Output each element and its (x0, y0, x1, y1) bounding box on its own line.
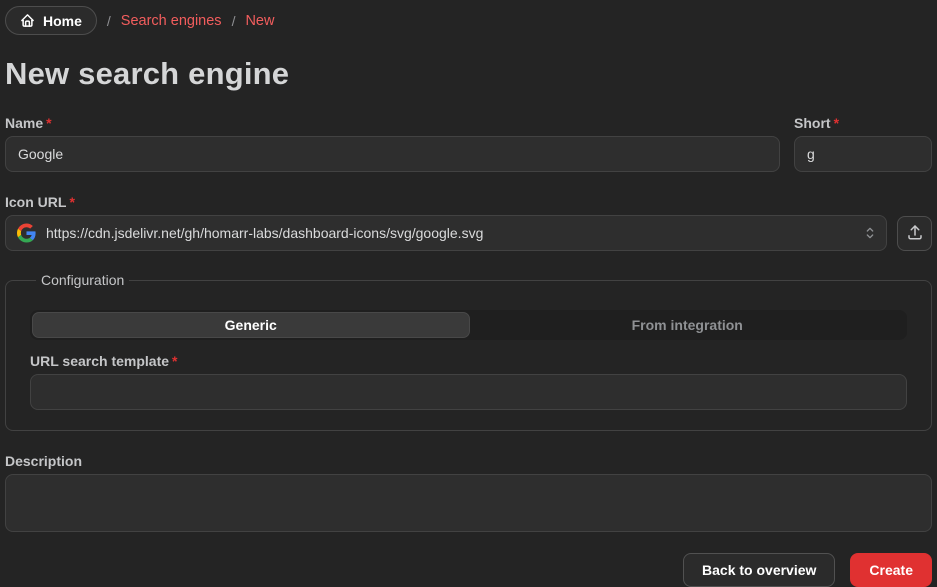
breadcrumb-separator: / (107, 13, 111, 29)
breadcrumb-link-new[interactable]: New (245, 13, 274, 29)
url-template-field-group: URL search template* (30, 353, 907, 410)
icon-url-input[interactable] (5, 215, 887, 251)
short-label: Short* (794, 115, 932, 131)
home-icon (20, 13, 35, 28)
required-asterisk: * (172, 353, 177, 369)
description-field-group: Description (5, 453, 932, 537)
breadcrumb-home-button[interactable]: Home (5, 6, 97, 35)
breadcrumb-home-label: Home (43, 13, 82, 29)
breadcrumb-link-search-engines[interactable]: Search engines (121, 13, 222, 29)
configuration-fieldset: Configuration Generic From integration U… (5, 272, 932, 431)
description-label: Description (5, 453, 932, 469)
create-button[interactable]: Create (850, 553, 932, 587)
name-label-text: Name (5, 115, 43, 131)
configuration-tabs: Generic From integration (30, 310, 907, 340)
name-short-row: Name* Short* (5, 115, 932, 172)
name-field-group: Name* (5, 115, 780, 172)
breadcrumb-separator: / (232, 13, 236, 29)
upload-icon-button[interactable] (897, 216, 932, 251)
back-to-overview-button[interactable]: Back to overview (683, 553, 835, 587)
breadcrumb: Home / Search engines / New (5, 6, 932, 35)
icon-url-field-group: Icon URL* (5, 194, 932, 251)
icon-url-label-text: Icon URL (5, 194, 66, 210)
short-label-text: Short (794, 115, 831, 131)
required-asterisk: * (69, 194, 74, 210)
tab-generic[interactable]: Generic (32, 312, 470, 338)
url-template-input[interactable] (30, 374, 907, 410)
footer-actions: Back to overview Create (5, 553, 932, 587)
short-input[interactable] (794, 136, 932, 172)
configuration-legend: Configuration (36, 272, 129, 288)
required-asterisk: * (834, 115, 839, 131)
url-template-label: URL search template* (30, 353, 907, 369)
icon-url-label: Icon URL* (5, 194, 932, 210)
description-textarea[interactable] (5, 474, 932, 532)
url-template-label-text: URL search template (30, 353, 169, 369)
page-title: New search engine (5, 56, 932, 92)
short-field-group: Short* (794, 115, 932, 172)
google-logo-icon (17, 224, 36, 243)
name-input[interactable] (5, 136, 780, 172)
name-label: Name* (5, 115, 780, 131)
tab-from-integration[interactable]: From integration (470, 312, 906, 338)
icon-url-select[interactable] (5, 215, 887, 251)
upload-icon (906, 223, 924, 244)
required-asterisk: * (46, 115, 51, 131)
